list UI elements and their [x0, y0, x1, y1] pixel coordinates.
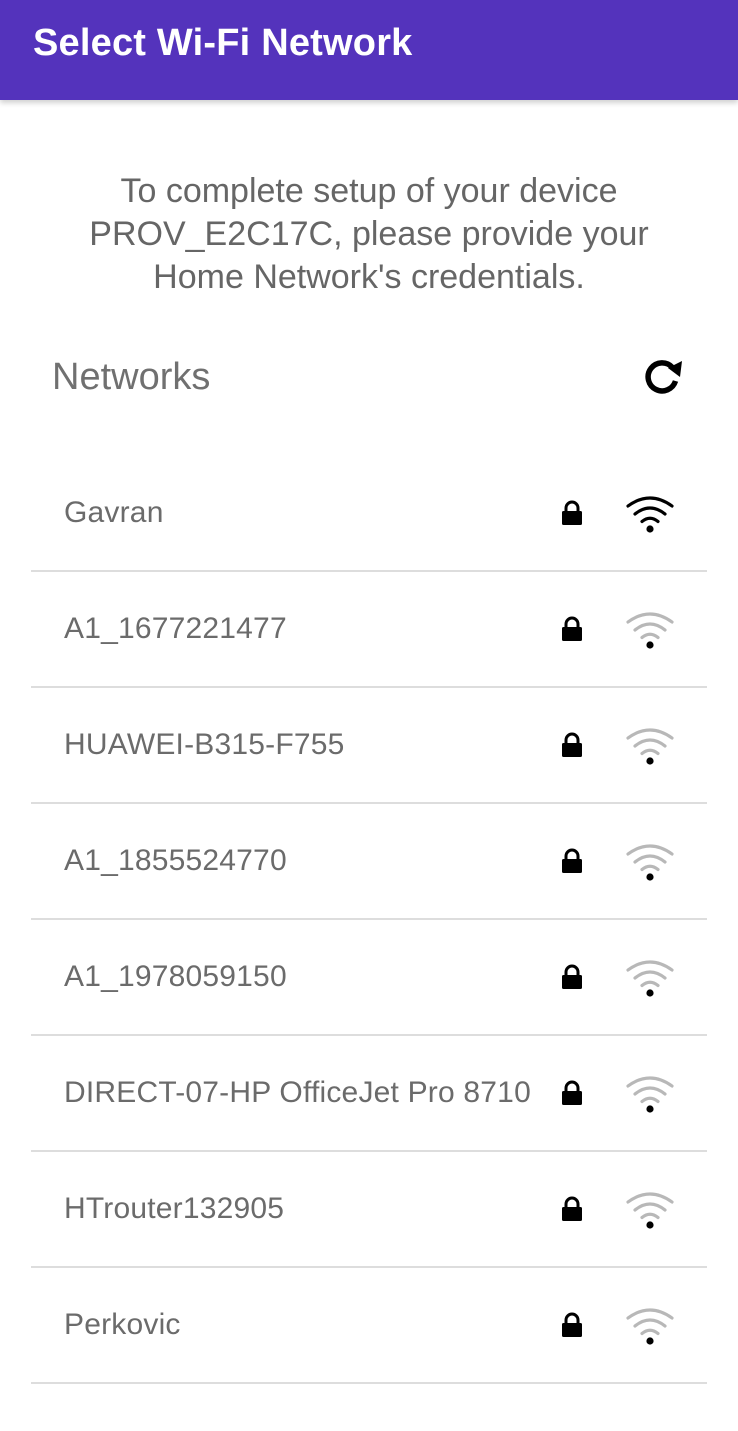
- wifi-weak-icon: [626, 960, 674, 997]
- network-list-item[interactable]: A1_1677221477: [31, 572, 707, 688]
- setup-instructions: To complete setup of your device PROV_E2…: [40, 170, 698, 299]
- instruction-line: Home Network's credentials.: [153, 258, 585, 296]
- instruction-line: PROV_E2C17C, please provide your: [89, 215, 649, 253]
- network-name: Gavran: [64, 496, 164, 529]
- network-list-item[interactable]: A1_1855524770: [31, 804, 707, 920]
- network-name: A1_1855524770: [64, 844, 287, 877]
- network-name: Perkovic: [64, 1308, 181, 1341]
- wifi-weak-icon: [626, 728, 674, 765]
- networks-section-label: Networks: [52, 356, 211, 398]
- network-list-item[interactable]: HUAWEI-B315-F755: [31, 688, 707, 804]
- lock-icon: [562, 616, 582, 641]
- network-list-item[interactable]: DIRECT-07-HP OfficeJet Pro 8710: [31, 1036, 707, 1152]
- instruction-line: To complete setup of your device: [120, 172, 618, 210]
- lock-icon: [562, 500, 582, 525]
- page-title: Select Wi-Fi Network: [33, 22, 413, 64]
- network-list-item[interactable]: A1_1978059150: [31, 920, 707, 1036]
- refresh-icon: [645, 360, 682, 394]
- wifi-weak-icon: [626, 1076, 674, 1113]
- network-name: A1_1677221477: [64, 612, 287, 645]
- lock-icon: [562, 1196, 582, 1221]
- network-list-item[interactable]: Perkovic: [31, 1268, 707, 1384]
- lock-icon: [562, 848, 582, 873]
- network-name: A1_1978059150: [64, 960, 287, 993]
- app-bar: Select Wi-Fi Network: [0, 0, 738, 100]
- network-name: DIRECT-07-HP OfficeJet Pro 8710: [64, 1076, 531, 1109]
- wifi-strong-icon: [626, 496, 674, 533]
- wifi-weak-icon: [626, 844, 674, 881]
- network-name: HTrouter132905: [64, 1192, 285, 1225]
- network-list-item[interactable]: HTrouter132905: [31, 1152, 707, 1268]
- refresh-button[interactable]: [634, 350, 690, 402]
- lock-icon: [562, 732, 582, 757]
- wifi-weak-icon: [626, 1308, 674, 1345]
- lock-icon: [562, 1080, 582, 1105]
- wifi-weak-icon: [626, 1192, 674, 1229]
- lock-icon: [562, 1312, 582, 1337]
- network-list: Gavran A1_1677221477 HUAWEI-B315-F755 A1…: [31, 456, 707, 1384]
- network-list-item[interactable]: Gavran: [31, 456, 707, 572]
- lock-icon: [562, 964, 582, 989]
- network-name: HUAWEI-B315-F755: [64, 728, 345, 761]
- wifi-weak-icon: [626, 612, 674, 649]
